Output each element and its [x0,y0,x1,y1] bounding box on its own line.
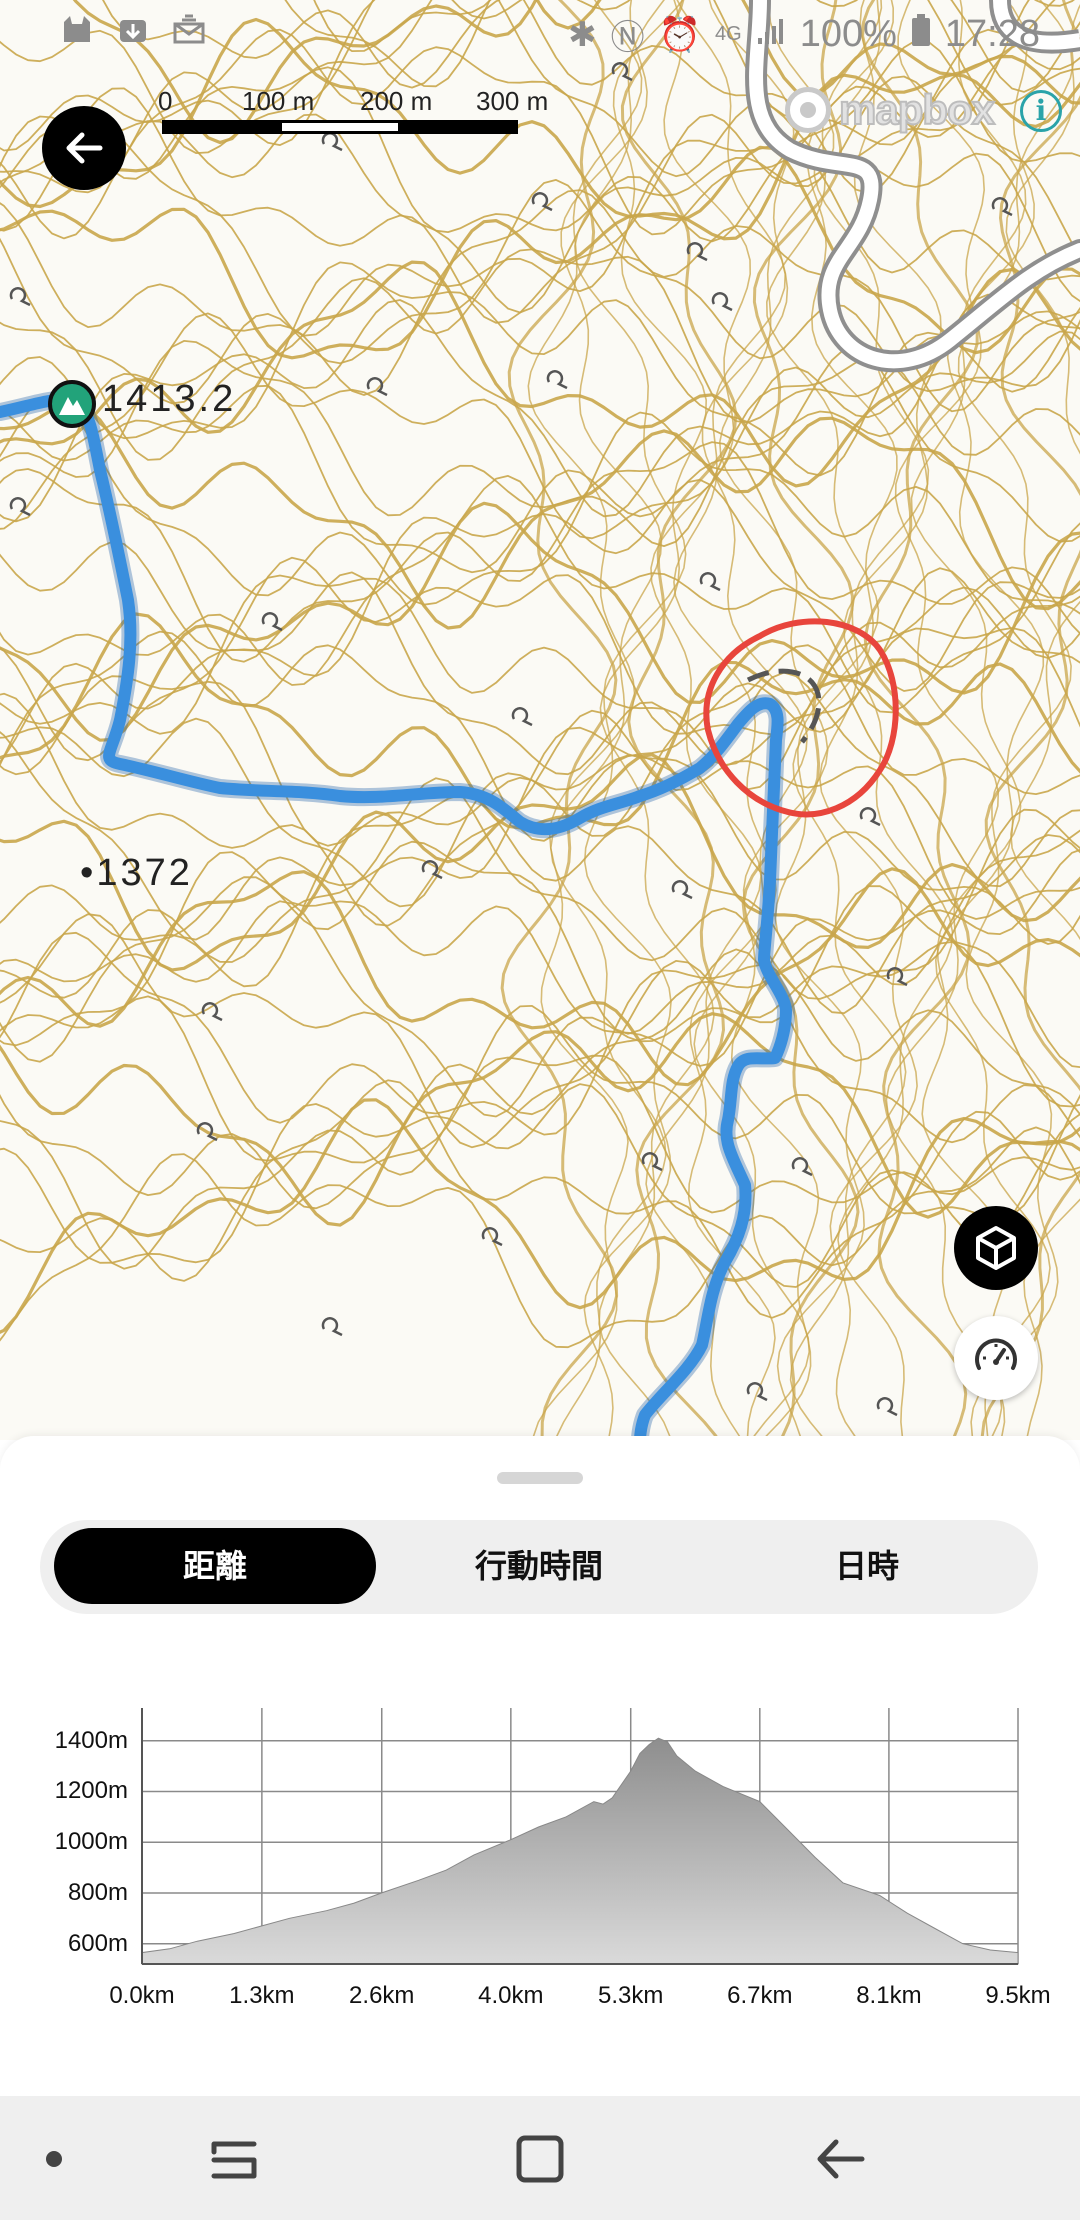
back-icon [817,2139,865,2179]
elevation-chart-plot [141,1708,1019,1965]
vegetation-symbol [699,572,721,592]
status-left-icons [60,12,206,46]
tab-date-time[interactable]: 日時 [710,1528,1024,1604]
speed-button[interactable] [954,1316,1038,1400]
clock: 17:28 [944,13,1040,55]
bottom-sheet: 距離 行動時間 日時 600m 800m 1000m 1200m 1400m 0.0km… [0,1436,1080,2096]
network-type: 4G [715,23,742,45]
speedometer-icon [975,1338,1017,1370]
nav-back-button[interactable] [806,2124,876,2194]
mapbox-logo: mapbox [785,85,996,134]
y-tick-label: 600m [67,1929,128,1957]
vegetation-symbol [686,242,708,262]
contour-line [0,567,1080,776]
arrow-left-icon [66,132,103,164]
tab-distance[interactable]: 距離 [54,1528,376,1604]
scale-label-200: 200 m [360,86,433,116]
summit-marker[interactable] [48,380,96,428]
vegetation-symbol [511,707,533,727]
battery-icon [911,13,931,56]
mapbox-wordmark: mapbox [838,85,996,134]
x-tick-label: 4.0km [478,1982,544,2009]
y-tick-label: 800m [67,1878,128,1906]
tab-selector: 距離 行動時間 日時 [40,1520,1038,1614]
map-view[interactable]: ✱ Ⓝ ⏰ 4G 100% 17:28 0 100 m 200 m 300 m … [0,0,1080,1440]
contour-line [0,1126,1080,1349]
summit-elevation-label: 1413.2 [102,378,237,420]
y-tick-label: 1000m [54,1828,128,1856]
sheet-drag-handle[interactable] [497,1472,583,1484]
dot-icon [46,2151,62,2167]
contour-lines [0,0,1080,1440]
status-right-icons: ✱ Ⓝ ⏰ 4G 100% 17:28 [568,10,1040,59]
scale-label-0: 0 [158,86,173,116]
x-tick-label: 5.3km [598,1982,664,2009]
contour-line [0,260,1080,488]
nfc-icon: Ⓝ [610,19,645,57]
scale-label-300: 300 m [476,86,549,116]
x-tick-label: 2.6km [349,1982,415,2009]
scale-bar-graphic [162,120,518,134]
y-tick-label: 1200m [54,1777,128,1805]
download-icon [116,12,150,46]
cat-icon [60,12,94,46]
x-tick-label: 0.0km [109,1982,175,2009]
vegetation-symbol [671,880,693,900]
nav-home-button[interactable] [505,2124,575,2194]
nav-dot-button[interactable] [24,2124,94,2194]
contour-line [0,867,1080,1087]
contour-line [0,145,1080,360]
vegetation-symbol [261,612,283,632]
message-icon [172,12,206,46]
info-button[interactable]: i [1020,90,1062,132]
battery-percent: 100% [799,13,897,55]
vegetation-symbol [531,192,553,212]
x-tick-label: 1.3km [229,1982,295,2009]
home-icon [516,2135,564,2183]
contour-line [0,574,1080,791]
alarm-icon: ⏰ [658,15,702,54]
mapbox-mark-icon [785,87,831,133]
x-tick-label: 8.1km [856,1982,922,2009]
point-elevation-value: 1372 [96,852,193,894]
contour-line [0,1098,1080,1334]
y-tick-label: 1400m [54,1726,128,1754]
contour-line [0,1083,1080,1288]
system-nav-bar [0,2096,1080,2220]
x-tick-label: 9.5km [985,1982,1051,2009]
map-symbols [9,62,1013,1417]
vegetation-symbol [321,1317,343,1337]
contour-line [0,501,1080,742]
x-tick-label: 6.7km [727,1982,793,2009]
bluetooth-icon: ✱ [568,15,597,54]
back-button[interactable] [42,106,126,190]
recents-icon [211,2141,257,2179]
vegetation-symbol [876,1397,898,1417]
vegetation-symbol [859,807,881,827]
point-elevation-label: •1372 [80,852,193,894]
vegetation-symbol [711,292,733,312]
scale-label-100: 100 m [242,86,315,116]
signal-icon [756,13,786,56]
scale-bar: 0 100 m 200 m 300 m [158,86,548,136]
cube-icon [976,1226,1016,1270]
elevation-area [141,1737,1019,1965]
topographic-map[interactable] [0,0,1080,1440]
vegetation-symbol [546,370,568,390]
status-bar: ✱ Ⓝ ⏰ 4G 100% 17:28 [0,0,1080,64]
vegetation-symbol [481,1227,503,1247]
tab-active-time[interactable]: 行動時間 [384,1528,694,1604]
nav-recents-button[interactable] [200,2124,270,2194]
elevation-chart[interactable]: 600m 800m 1000m 1200m 1400m 0.0km 1.3km 2.6km 4… [0,1684,1080,2024]
view-3d-button[interactable] [954,1206,1038,1290]
contour-line [0,1079,1080,1319]
mountain-icon [59,397,85,415]
